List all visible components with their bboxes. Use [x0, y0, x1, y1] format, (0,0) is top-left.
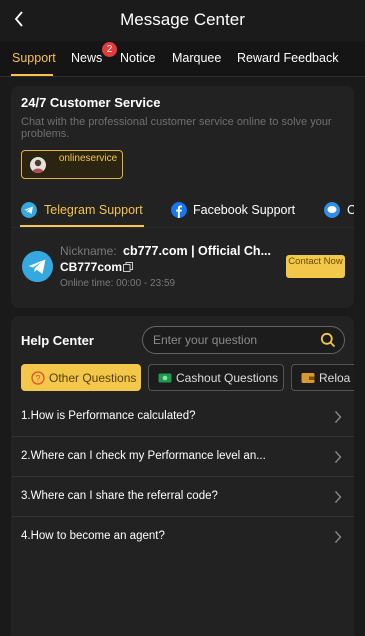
- chevron-right-icon: [334, 451, 342, 463]
- tab-support[interactable]: Support: [12, 51, 56, 65]
- svg-text:?: ?: [35, 374, 40, 384]
- online-service-chip[interactable]: onlineservice: [21, 150, 123, 179]
- faq-item[interactable]: 1.How is Performance calculated?: [11, 397, 354, 437]
- tab-reward-feedback[interactable]: Reward Feedback: [237, 51, 338, 65]
- chevron-right-icon: [334, 491, 342, 503]
- nickname-label: Nickname:: [60, 244, 117, 258]
- contact-row: Nickname: cb777.com | Official Ch... CB7…: [11, 236, 354, 296]
- help-center-panel: Help Center ? Other Questions Cashout Qu…: [11, 316, 354, 636]
- active-tab-indicator: [11, 74, 53, 76]
- contact-handle: CB777com: [60, 260, 123, 274]
- page-title: Message Center: [120, 10, 245, 29]
- header-bar: Message Center: [0, 0, 365, 41]
- online-time: Online time: 00:00 - 23:59: [60, 278, 176, 289]
- tab-bar: Support News Notice Marquee Reward Feedb…: [0, 41, 365, 77]
- nickname-value: cb777.com | Official Ch...: [123, 244, 271, 258]
- channel-tab-telegram[interactable]: Telegram Support: [44, 203, 143, 217]
- facebook-icon: [171, 202, 187, 218]
- search-input[interactable]: [153, 332, 313, 348]
- cash-icon: [158, 373, 172, 383]
- category-cashout-questions[interactable]: Cashout Questions: [148, 364, 284, 391]
- customer-service-title: 24/7 Customer Service: [21, 95, 161, 110]
- telegram-icon: [22, 251, 53, 282]
- question-circle-icon: ?: [31, 371, 45, 385]
- tab-marquee[interactable]: Marquee: [172, 51, 221, 65]
- copy-icon[interactable]: [123, 262, 133, 272]
- wallet-icon: [301, 373, 315, 383]
- chevron-right-icon: [334, 531, 342, 543]
- search-icon[interactable]: [320, 332, 336, 348]
- tab-notice[interactable]: Notice: [120, 51, 155, 65]
- faq-item[interactable]: 3.Where can I share the referral code?: [11, 477, 354, 517]
- online-service-label: onlineservice: [58, 153, 118, 164]
- avatar: [30, 157, 46, 173]
- chat-icon: [324, 202, 340, 218]
- news-count-badge: 2: [102, 42, 117, 57]
- support-channel-tabs: Telegram Support Facebook Support C: [11, 198, 354, 228]
- help-center-title: Help Center: [21, 333, 94, 348]
- channel-tab-more[interactable]: C: [347, 203, 354, 217]
- category-reload[interactable]: Reloa: [291, 364, 354, 391]
- customer-service-card: 24/7 Customer Service Chat with the prof…: [11, 86, 354, 308]
- customer-service-description: Chat with the professional customer serv…: [21, 116, 332, 140]
- contact-now-button[interactable]: Contact Now: [286, 255, 345, 278]
- chevron-right-icon: [334, 411, 342, 423]
- question-category-tabs: ? Other Questions Cashout Questions Relo…: [11, 364, 354, 392]
- channel-tab-facebook[interactable]: Facebook Support: [193, 203, 295, 217]
- tab-news[interactable]: News: [71, 51, 102, 65]
- category-other-questions[interactable]: ? Other Questions: [21, 364, 141, 391]
- telegram-icon: [21, 202, 37, 218]
- faq-item[interactable]: 4.How to become an agent?: [11, 517, 354, 557]
- faq-item[interactable]: 2.Where can I check my Performance level…: [11, 437, 354, 477]
- active-channel-indicator: [20, 225, 144, 227]
- search-box: [142, 326, 345, 354]
